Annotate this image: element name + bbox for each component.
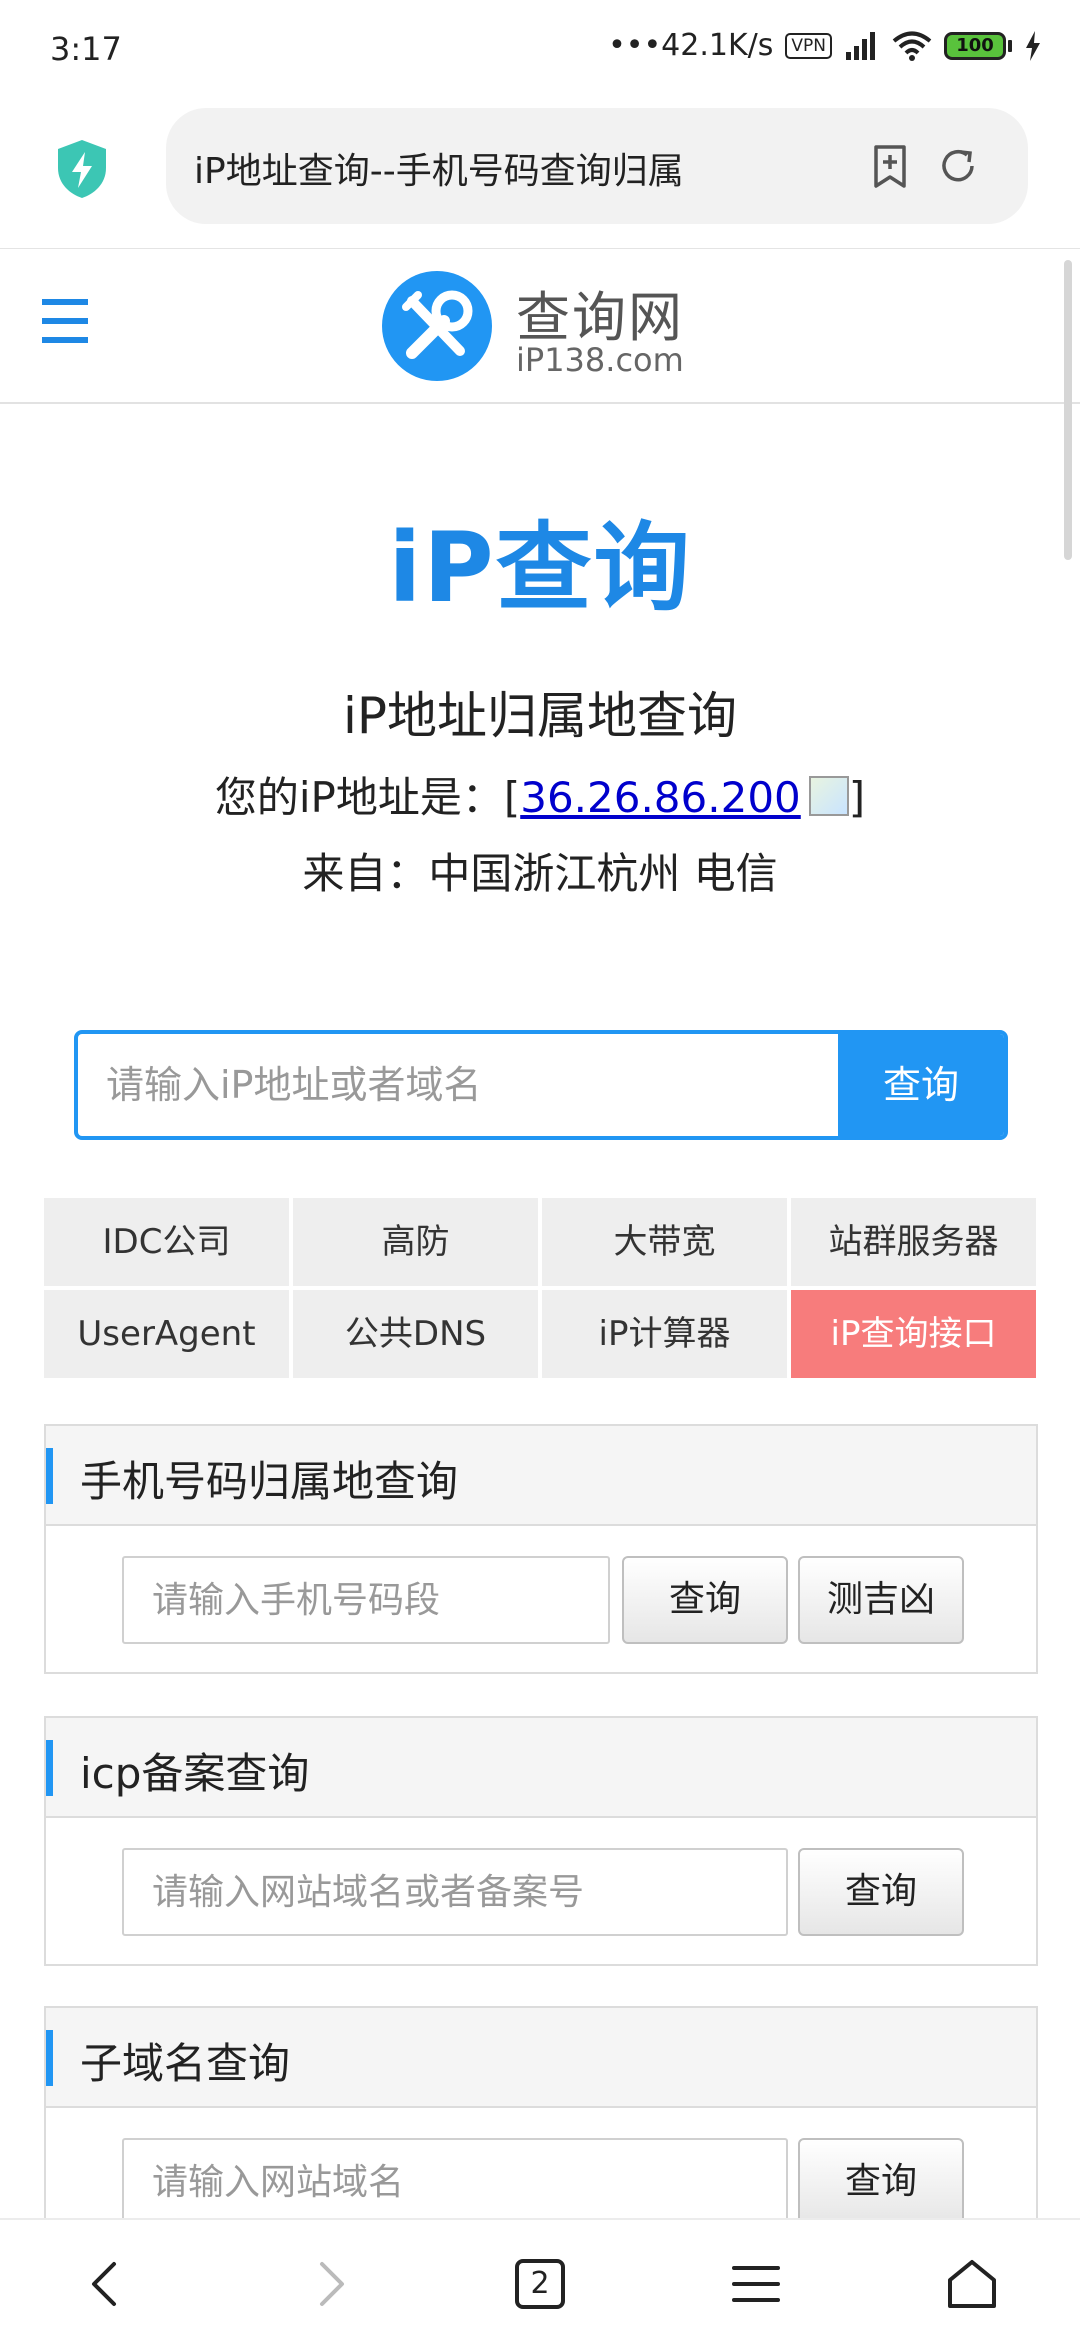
menu-icon[interactable] <box>726 2254 786 2314</box>
status-time: 3:17 <box>50 30 122 68</box>
status-right: •••42.1K/s VPN 100 <box>608 28 1042 63</box>
icp-search-button[interactable]: 查询 <box>798 1848 964 1936</box>
subdomain-input[interactable] <box>122 2138 788 2226</box>
hamburger-icon[interactable] <box>42 299 88 349</box>
ip-search-form: 查询 <box>74 1030 1008 1140</box>
subdomain-panel-title: 子域名查询 <box>80 2039 291 2088</box>
phone-input[interactable] <box>122 1556 610 1644</box>
tabs-icon[interactable]: 2 <box>510 2254 570 2314</box>
refresh-icon[interactable] <box>934 142 982 190</box>
address-bar[interactable]: iP地址查询--手机号码查询归属 <box>166 108 1028 224</box>
link-bandwidth[interactable]: 大带宽 <box>542 1198 787 1286</box>
subdomain-search-button[interactable]: 查询 <box>798 2138 964 2226</box>
page-subtitle: iP地址归属地查询 <box>342 687 738 745</box>
battery-icon: 100 <box>944 31 1012 60</box>
browser-bottom-nav: 2 <box>0 2218 1080 2340</box>
wifi-icon <box>892 31 932 61</box>
ip-location: 来自：中国浙江杭州 电信 <box>302 849 778 898</box>
quick-links-grid: IDC公司 高防 大带宽 站群服务器 UserAgent 公共DNS iP计算器… <box>44 1198 1036 1378</box>
broken-image-icon <box>808 776 849 816</box>
link-site-cluster-server[interactable]: 站群服务器 <box>791 1198 1036 1286</box>
phone-search-button[interactable]: 查询 <box>622 1556 788 1644</box>
link-ddos-protection[interactable]: 高防 <box>293 1198 538 1286</box>
icp-lookup-panel: icp备案查询 查询 <box>44 1716 1038 1966</box>
site-header: 查询网 iP138.com <box>0 248 1080 404</box>
hero-title: iP查询 <box>388 512 692 624</box>
browser-toolbar: iP地址查询--手机号码查询归属 <box>0 100 1080 248</box>
home-icon[interactable] <box>942 2254 1002 2314</box>
fortune-button[interactable]: 测吉凶 <box>798 1556 964 1644</box>
page-title-url[interactable]: iP地址查询--手机号码查询归属 <box>194 142 814 194</box>
charging-icon <box>1026 30 1040 61</box>
forward-arrow-icon[interactable] <box>300 2254 360 2314</box>
ip-search-button[interactable]: 查询 <box>838 1034 1004 1136</box>
tab-count: 2 <box>515 2259 565 2309</box>
link-ip-api[interactable]: iP查询接口 <box>791 1290 1036 1378</box>
signal-icon <box>846 31 875 60</box>
icp-input[interactable] <box>122 1848 788 1936</box>
ip-search-input[interactable] <box>78 1034 838 1136</box>
icp-panel-title: icp备案查询 <box>80 1749 310 1798</box>
link-ip-calculator[interactable]: iP计算器 <box>542 1290 787 1378</box>
panel-header: 手机号码归属地查询 <box>46 1426 1036 1526</box>
ip-line: 您的iP地址是：[36.26.86.200] <box>0 764 1080 825</box>
ip-suffix: ] <box>848 773 866 822</box>
shield-bolt-icon[interactable] <box>54 138 110 200</box>
battery-level: 100 <box>944 31 1006 60</box>
link-idc[interactable]: IDC公司 <box>44 1198 289 1286</box>
ip-address-link[interactable]: 36.26.86.200 <box>520 773 801 822</box>
status-bar: 3:17 •••42.1K/s VPN 100 <box>0 0 1080 100</box>
network-speed: •••42.1K/s <box>608 28 774 63</box>
logo-icon[interactable] <box>382 271 492 381</box>
panel-body: 查询 测吉凶 <box>46 1526 1036 1672</box>
logo-subtitle[interactable]: iP138.com <box>516 341 684 379</box>
phone-lookup-panel: 手机号码归属地查询 查询 测吉凶 <box>44 1424 1038 1674</box>
link-useragent[interactable]: UserAgent <box>44 1290 289 1378</box>
vpn-badge: VPN <box>785 32 832 59</box>
panel-header: 子域名查询 <box>46 2008 1036 2108</box>
link-public-dns[interactable]: 公共DNS <box>293 1290 538 1378</box>
back-arrow-icon[interactable] <box>76 2254 136 2314</box>
panel-header: icp备案查询 <box>46 1718 1036 1818</box>
ip-prefix: 您的iP地址是：[ <box>214 773 521 822</box>
phone-panel-title: 手机号码归属地查询 <box>80 1457 459 1506</box>
panel-body: 查询 <box>46 1818 1036 1964</box>
bookmark-add-icon[interactable] <box>866 142 914 190</box>
